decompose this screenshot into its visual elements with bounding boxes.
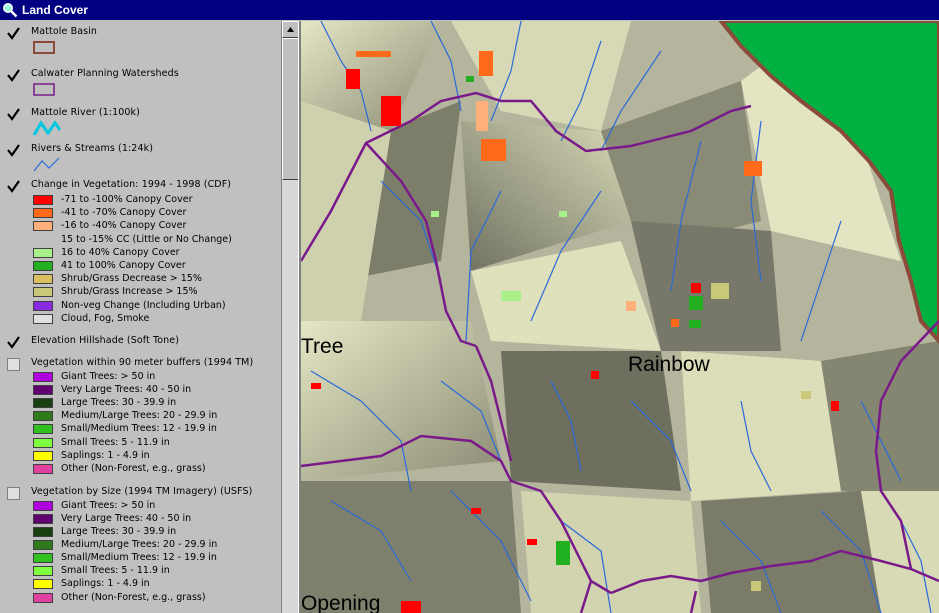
- checkbox-unchecked[interactable]: [7, 358, 20, 371]
- map-canvas: [301, 21, 939, 613]
- class-label: Shrub/Grass Decrease > 15%: [61, 273, 202, 284]
- checkbox-checked-icon[interactable]: [7, 108, 20, 121]
- triangle-up-icon: [287, 27, 294, 32]
- class-label: Other (Non-Forest, e.g., grass): [61, 463, 206, 474]
- basin-outline-icon: [33, 41, 55, 54]
- layer-name: Elevation Hillshade (Soft Tone): [31, 335, 180, 346]
- layer-name: Change in Vegetation: 1994 - 1998 (CDF): [31, 179, 232, 190]
- class-label: Saplings: 1 - 4.9 in: [61, 578, 150, 589]
- layer-name: Vegetation by Size (1994 TM Imagery) (US…: [31, 486, 253, 497]
- map-view[interactable]: Tree Rainbow Opening: [301, 21, 939, 613]
- color-swatch: [33, 501, 53, 511]
- place-label-rainbow: Rainbow: [628, 353, 710, 376]
- color-swatch: [33, 314, 53, 324]
- checkbox-checked-icon[interactable]: [7, 27, 20, 40]
- scroll-thumb[interactable]: [282, 38, 299, 180]
- color-swatch: [33, 527, 53, 537]
- checkbox-unchecked[interactable]: [7, 487, 20, 500]
- color-swatch: [33, 274, 53, 284]
- layer-name: Calwater Planning Watersheds: [31, 68, 179, 79]
- color-swatch: [33, 566, 53, 576]
- place-label-tree: Tree: [301, 335, 344, 358]
- color-swatch: [33, 438, 53, 448]
- color-swatch: [33, 261, 53, 271]
- color-swatch: [33, 514, 53, 524]
- checkbox-checked-icon[interactable]: [7, 180, 20, 193]
- class-label: Non-veg Change (Including Urban): [61, 300, 226, 311]
- color-swatch: [33, 208, 53, 218]
- color-swatch: [33, 221, 53, 231]
- class-label: -41 to -70% Canopy Cover: [61, 207, 187, 218]
- class-label: Saplings: 1 - 4.9 in: [61, 450, 150, 461]
- place-label-opening: Opening: [301, 592, 381, 613]
- color-swatch: [33, 464, 53, 474]
- color-swatch: [33, 248, 53, 258]
- color-swatch: [33, 424, 53, 434]
- checkbox-checked-icon[interactable]: [7, 144, 20, 157]
- color-swatch: [33, 372, 53, 382]
- scroll-up-button[interactable]: [282, 21, 299, 38]
- checkbox-checked-icon[interactable]: [7, 336, 20, 349]
- color-swatch: [33, 540, 53, 550]
- class-label: 41 to 100% Canopy Cover: [61, 260, 186, 271]
- watershed-outline-icon: [33, 83, 55, 96]
- class-label: Very Large Trees: 40 - 50 in: [61, 384, 192, 395]
- color-swatch: [33, 411, 53, 421]
- layer-name: Mattole River (1:100k): [31, 107, 140, 118]
- river-line-icon: [33, 120, 61, 136]
- class-label: Small/Medium Trees: 12 - 19.9 in: [61, 552, 217, 563]
- class-label: 15 to -15% CC (Little or No Change): [61, 234, 232, 245]
- color-swatch: [33, 593, 53, 603]
- color-swatch: [33, 398, 53, 408]
- color-swatch: [33, 301, 53, 311]
- window-title: Land Cover: [22, 3, 89, 17]
- class-label: Cloud, Fog, Smoke: [61, 313, 150, 324]
- checkbox-checked-icon[interactable]: [7, 69, 20, 82]
- class-label: -71 to -100% Canopy Cover: [61, 194, 193, 205]
- stream-line-icon: [33, 157, 60, 172]
- class-label: Large Trees: 30 - 39.9 in: [61, 526, 177, 537]
- class-label: Shrub/Grass Increase > 15%: [61, 286, 198, 297]
- title-bar: Land Cover: [0, 0, 939, 20]
- layer-name: Rivers & Streams (1:24k): [31, 143, 153, 154]
- class-label: Small Trees: 5 - 11.9 in: [61, 437, 170, 448]
- class-label: Giant Trees: > 50 in: [61, 371, 156, 382]
- magnifier-icon: [3, 3, 18, 18]
- color-swatch: [33, 553, 53, 563]
- class-label: 16 to 40% Canopy Cover: [61, 247, 180, 258]
- class-label: Very Large Trees: 40 - 50 in: [61, 513, 192, 524]
- class-label: -16 to -40% Canopy Cover: [61, 220, 187, 231]
- class-label: Small/Medium Trees: 12 - 19.9 in: [61, 423, 217, 434]
- class-label: Medium/Large Trees: 20 - 29.9 in: [61, 410, 218, 421]
- class-label: Other (Non-Forest, e.g., grass): [61, 592, 206, 603]
- legend-scrollbar[interactable]: [281, 21, 299, 613]
- layer-name: Mattole Basin: [31, 26, 98, 37]
- color-swatch: [33, 579, 53, 589]
- layer-name: Vegetation within 90 meter buffers (1994…: [31, 357, 254, 368]
- class-label: Large Trees: 30 - 39.9 in: [61, 397, 177, 408]
- class-label: Giant Trees: > 50 in: [61, 500, 156, 511]
- class-label: Small Trees: 5 - 11.9 in: [61, 565, 170, 576]
- color-swatch: [33, 195, 53, 205]
- color-swatch: [33, 451, 53, 461]
- class-label: Medium/Large Trees: 20 - 29.9 in: [61, 539, 218, 550]
- color-swatch: [33, 287, 53, 297]
- color-swatch: [33, 385, 53, 395]
- legend-panel: Mattole Basin Calwater Planning Watershe…: [0, 21, 281, 613]
